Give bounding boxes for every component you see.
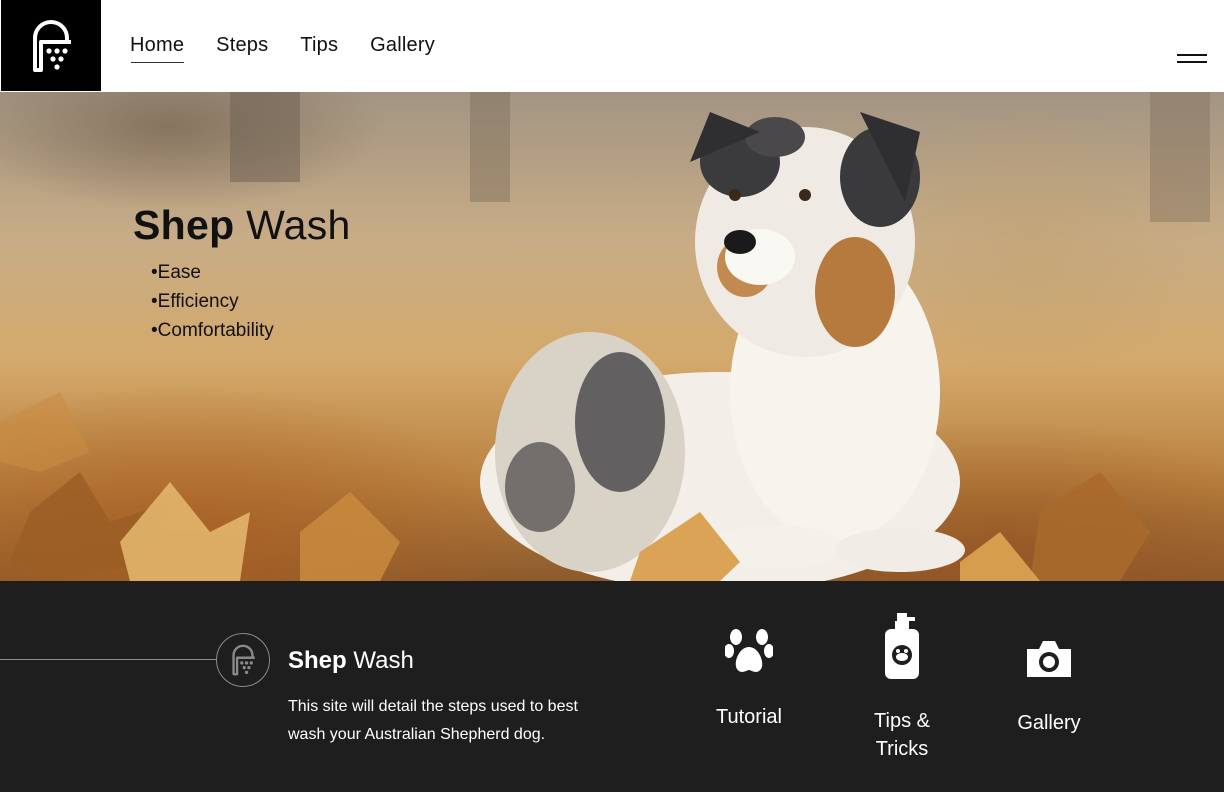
footer-logo [216,633,270,687]
hero-feature-list: •Ease •Efficiency •Comfortability [151,258,274,345]
shampoo-bottle-icon [885,613,919,679]
hero-title-light: Wash [246,202,351,248]
hero-title-bold: Shep [133,202,235,248]
camera-icon [1027,641,1071,677]
nav-gallery[interactable]: Gallery [370,34,435,63]
hamburger-menu-icon[interactable] [1177,54,1207,70]
footer-link-tips[interactable]: Tips & Tricks [862,613,942,763]
footer-title-light: Wash [353,647,414,674]
shower-icon [232,644,255,676]
nav-tips[interactable]: Tips [300,34,338,63]
footer-link-tutorial[interactable]: Tutorial [700,625,798,731]
footer-link-label: Gallery [1017,712,1081,734]
hero-feature-item: •Ease [151,262,201,283]
footer-link-label: Tutorial [716,706,782,728]
nav-home[interactable]: Home [130,34,185,63]
footer-divider-line [0,659,216,660]
hamburger-bar [1177,54,1207,56]
paw-icon [725,629,773,672]
footer-link-gallery[interactable]: Gallery [1002,637,1096,737]
footer-description: This site will detail the steps used to … [288,698,578,743]
hero-feature-item: •Comfortability [151,320,274,341]
hero-feature-item: •Efficiency [151,291,239,312]
main-nav: Home Steps Tips Gallery [130,34,435,63]
site-footer: Shep Wash This site will detail the step… [0,581,1224,792]
footer-title: Shep Wash [288,647,414,675]
hero-title: Shep Wash [133,202,351,249]
footer-title-bold: Shep [288,647,347,674]
nav-steps[interactable]: Steps [216,34,268,63]
footer-link-label: Tips & Tricks [874,710,930,760]
site-header: Home Steps Tips Gallery [0,0,1224,92]
logo-link[interactable] [1,0,101,91]
hero-section: Shep Wash •Ease •Efficiency •Comfortabil… [0,92,1224,581]
hamburger-bar [1177,61,1207,63]
shower-icon [33,19,71,72]
